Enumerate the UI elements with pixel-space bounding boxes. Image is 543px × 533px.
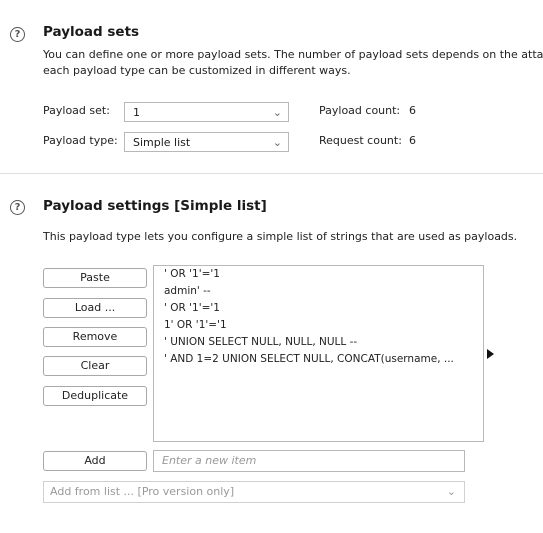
payload-type-select[interactable]: Simple list ⌄ [124, 132, 289, 152]
payload-settings-title: Payload settings [Simple list] [43, 198, 267, 214]
payload-set-label: Payload set: [43, 104, 110, 117]
chevron-down-icon: ⌄ [272, 136, 282, 149]
chevron-down-icon: ⌄ [446, 485, 456, 498]
deduplicate-button[interactable]: Deduplicate [43, 386, 147, 406]
new-item-input[interactable]: Enter a new item [153, 450, 465, 472]
payload-type-label: Payload type: [43, 134, 118, 147]
request-count-label: Request count: [319, 134, 402, 147]
payload-sets-title: Payload sets [43, 24, 140, 40]
payload-type-value: Simple list [133, 136, 191, 149]
payload-sets-description-line2: each payload type can be customized in d… [43, 64, 351, 77]
help-icon[interactable]: ? [10, 200, 25, 215]
add-button[interactable]: Add [43, 451, 147, 471]
remove-button[interactable]: Remove [43, 327, 147, 347]
payload-settings-description: This payload type lets you configure a s… [43, 230, 518, 243]
chevron-down-icon: ⌄ [272, 106, 282, 119]
payload-sets-description-line1: You can define one or more payload sets.… [43, 48, 543, 61]
payload-list[interactable]: ' OR '1'='1 admin' -- ' OR '1'='1 1' OR … [153, 265, 484, 442]
list-item[interactable]: ' OR '1'='1 [154, 300, 483, 317]
section-divider [0, 173, 543, 174]
list-item[interactable]: ' UNION SELECT NULL, NULL, NULL -- [154, 334, 483, 351]
paste-button[interactable]: Paste [43, 268, 147, 288]
add-from-list-dropdown[interactable]: Add from list ... [Pro version only] ⌄ [43, 481, 465, 503]
request-count-value: 6 [409, 134, 416, 147]
add-from-list-label: Add from list ... [Pro version only] [50, 485, 235, 498]
payload-set-value: 1 [133, 106, 140, 119]
help-icon[interactable]: ? [10, 27, 25, 42]
payload-count-value: 6 [409, 104, 416, 117]
list-item[interactable]: 1' OR '1'='1 [154, 317, 483, 334]
list-item[interactable]: ' AND 1=2 UNION SELECT NULL, CONCAT(user… [154, 351, 483, 368]
load-button[interactable]: Load ... [43, 298, 147, 318]
list-item[interactable]: ' OR '1'='1 [154, 266, 483, 283]
list-item[interactable]: admin' -- [154, 283, 483, 300]
triangle-right-icon[interactable] [487, 349, 494, 359]
payload-set-select[interactable]: 1 ⌄ [124, 102, 289, 122]
payload-count-label: Payload count: [319, 104, 401, 117]
clear-button[interactable]: Clear [43, 356, 147, 376]
